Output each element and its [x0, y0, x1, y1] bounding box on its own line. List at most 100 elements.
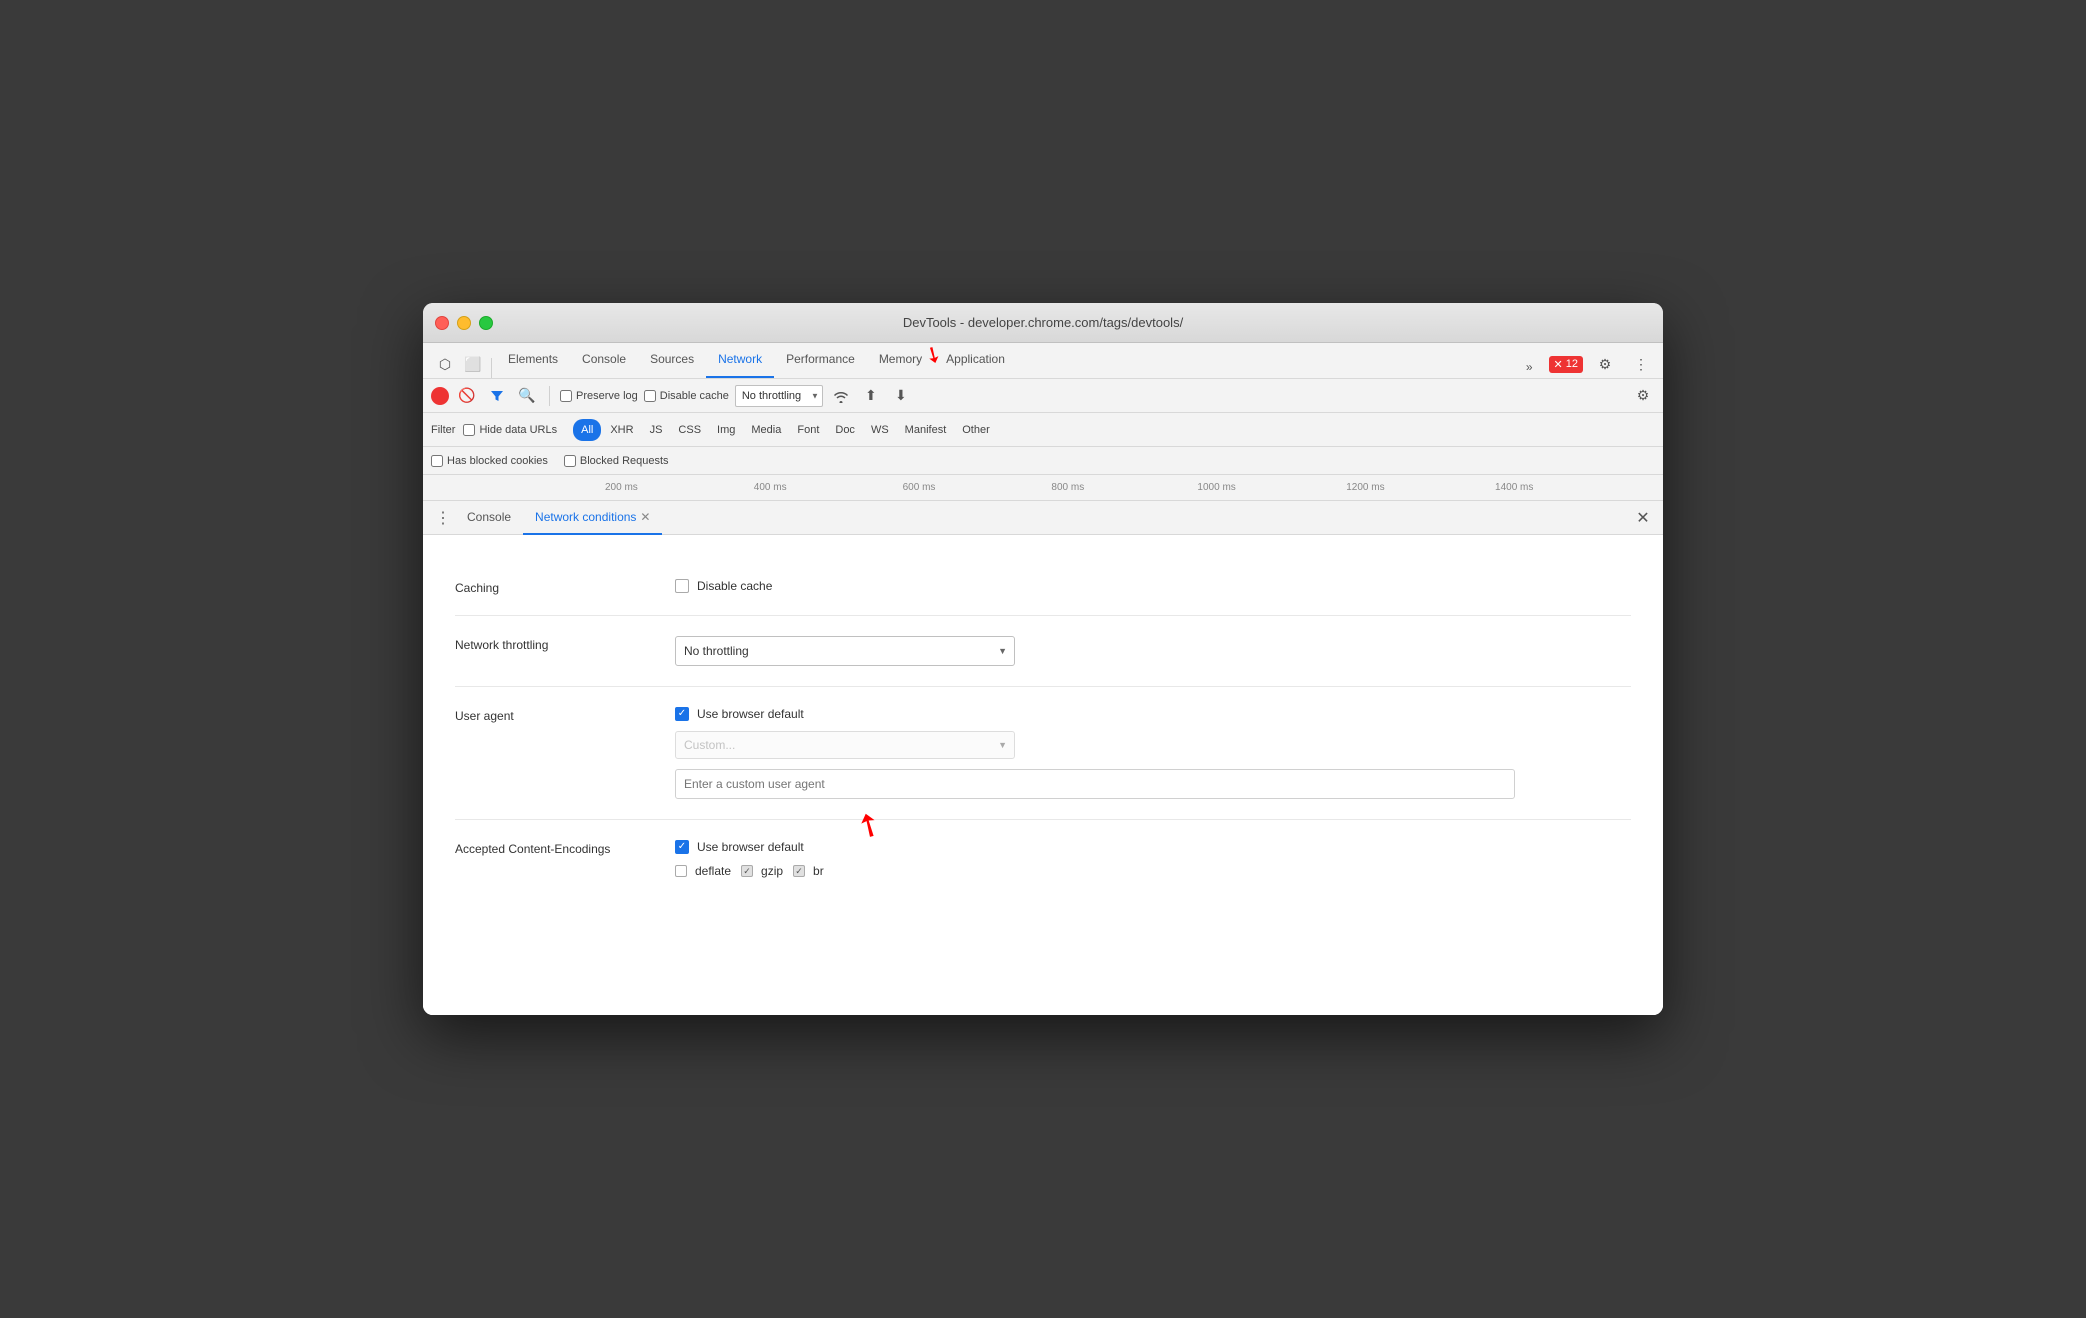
- filter-ws-btn[interactable]: WS: [864, 419, 896, 441]
- deflate-checkbox[interactable]: [675, 865, 687, 877]
- blocked-requests-checkbox[interactable]: [564, 455, 576, 467]
- br-label[interactable]: br: [793, 864, 824, 878]
- use-browser-default-ua-checkbox[interactable]: [675, 707, 689, 721]
- tick-600: 600 ms: [903, 482, 936, 493]
- bottom-panel-tabs: ⋮ Console Network conditions ✕ ✕: [423, 501, 1663, 535]
- main-tabs-bar: ⬡ ⬜ Elements Console Sources Network Per…: [423, 343, 1663, 379]
- throttling-select[interactable]: No throttling Fast 3G Slow 3G Offline: [735, 385, 823, 407]
- use-browser-default-ua-label[interactable]: Use browser default: [675, 707, 1631, 721]
- toolbar-right: ✕ 12 ⚙ ⋮: [1549, 350, 1655, 378]
- maximize-button[interactable]: [479, 316, 493, 330]
- filter-manifest-btn[interactable]: Manifest: [898, 419, 954, 441]
- filter-img-btn[interactable]: Img: [710, 419, 742, 441]
- wifi-conditions-btn[interactable]: [829, 384, 853, 408]
- network-sub-toolbar: 🚫 🔍 Preserve log Disable cache No thrott…: [423, 379, 1663, 413]
- close-button[interactable]: [435, 316, 449, 330]
- disable-cache-label[interactable]: Disable cache: [644, 390, 729, 402]
- deflate-label[interactable]: deflate: [675, 864, 731, 878]
- filter-xhr-btn[interactable]: XHR: [603, 419, 640, 441]
- user-agent-controls: Use browser default Custom... ▼: [675, 707, 1631, 799]
- device-icon-btn[interactable]: ⬜: [459, 350, 487, 378]
- upload-btn[interactable]: ⬆: [859, 384, 883, 408]
- hide-data-urls-checkbox[interactable]: [463, 424, 475, 436]
- devtools-window: DevTools - developer.chrome.com/tags/dev…: [423, 303, 1663, 1015]
- network-settings-btn[interactable]: ⚙: [1631, 384, 1655, 408]
- blocked-cookies-label[interactable]: Has blocked cookies: [431, 455, 548, 467]
- disable-cache-checkbox[interactable]: [644, 390, 656, 402]
- minimize-button[interactable]: [457, 316, 471, 330]
- bottom-panel: ⋮ Console Network conditions ✕ ✕ Caching…: [423, 501, 1663, 1015]
- user-agent-section: User agent Use browser default Custom...…: [455, 687, 1631, 820]
- tick-1200: 1200 ms: [1346, 482, 1384, 493]
- tab-performance[interactable]: Performance: [774, 342, 867, 378]
- preserve-log-checkbox[interactable]: [560, 390, 572, 402]
- bottom-tab-console[interactable]: Console: [455, 501, 523, 535]
- bottom-tab-close-btn[interactable]: ✕: [640, 510, 650, 524]
- throttling-nc-select[interactable]: No throttling Fast 3G Slow 3G Offline Cu…: [675, 636, 1015, 666]
- filter-font-btn[interactable]: Font: [790, 419, 826, 441]
- tab-elements[interactable]: Elements: [496, 342, 570, 378]
- custom-ua-select[interactable]: Custom...: [675, 731, 1015, 759]
- caching-section: Caching Disable cache: [455, 559, 1631, 616]
- gzip-checkbox[interactable]: [741, 865, 753, 877]
- filter-css-btn[interactable]: CSS: [671, 419, 708, 441]
- disable-cache-nc-checkbox[interactable]: [675, 579, 689, 593]
- br-checkbox[interactable]: [793, 865, 805, 877]
- caching-label: Caching: [455, 579, 635, 595]
- tab-network[interactable]: Network: [706, 342, 774, 378]
- filter-js-btn[interactable]: JS: [643, 419, 670, 441]
- encoding-row: deflate gzip br: [675, 864, 1631, 878]
- preserve-log-label[interactable]: Preserve log: [560, 390, 638, 402]
- throttling-wrapper: No throttling Fast 3G Slow 3G Offline: [735, 385, 823, 407]
- filter-button[interactable]: [485, 384, 509, 408]
- devtools-panel: ⬡ ⬜ Elements Console Sources Network Per…: [423, 343, 1663, 1015]
- filter-media-btn[interactable]: Media: [744, 419, 788, 441]
- user-agent-label: User agent: [455, 707, 635, 723]
- hide-data-urls-label[interactable]: Hide data URLs: [463, 424, 557, 436]
- close-panel-btn[interactable]: ✕: [1631, 506, 1655, 530]
- throttling-nc-select-wrapper: No throttling Fast 3G Slow 3G Offline Cu…: [675, 636, 1015, 666]
- toolbar-sep-1: [549, 386, 550, 406]
- settings-gear-btn[interactable]: ⚙: [1591, 350, 1619, 378]
- blocked-cookies-checkbox[interactable]: [431, 455, 443, 467]
- panel-menu-btn[interactable]: ⋮: [431, 506, 455, 530]
- tab-console[interactable]: Console: [570, 342, 638, 378]
- network-throttling-label: Network throttling: [455, 636, 635, 652]
- accepted-encodings-label: Accepted Content-Encodings: [455, 840, 635, 856]
- download-btn[interactable]: ⬇: [889, 384, 913, 408]
- filter-label: Filter: [431, 424, 455, 436]
- tab-memory[interactable]: Memory ➘: [867, 342, 934, 378]
- tab-sources[interactable]: Sources: [638, 342, 706, 378]
- gzip-label[interactable]: gzip: [741, 864, 783, 878]
- use-browser-default-enc-label[interactable]: Use browser default ➘: [675, 840, 1631, 854]
- blocked-requests-label[interactable]: Blocked Requests: [564, 455, 669, 467]
- more-tabs-btn[interactable]: »: [1518, 356, 1541, 378]
- block-button[interactable]: 🚫: [455, 384, 479, 408]
- tick-800: 800 ms: [1051, 482, 1084, 493]
- network-conditions-content: Caching Disable cache Network throttling: [423, 535, 1663, 1015]
- custom-ua-input[interactable]: [675, 769, 1515, 799]
- error-icon: ✕: [1554, 358, 1563, 371]
- search-button[interactable]: 🔍: [515, 384, 539, 408]
- window-title: DevTools - developer.chrome.com/tags/dev…: [903, 315, 1183, 330]
- tab-separator: [491, 358, 492, 378]
- timeline-header: 200 ms 400 ms 600 ms 800 ms 1000 ms 1200…: [423, 475, 1663, 501]
- blocked-row: Has blocked cookies Blocked Requests: [423, 447, 1663, 475]
- network-throttling-section: Network throttling No throttling Fast 3G…: [455, 616, 1631, 687]
- caching-controls: Disable cache: [675, 579, 1631, 593]
- customize-btn[interactable]: ⋮: [1627, 350, 1655, 378]
- disable-cache-nc-label[interactable]: Disable cache: [675, 579, 1631, 593]
- filter-all-btn[interactable]: All: [573, 419, 601, 441]
- traffic-lights: [435, 316, 493, 330]
- error-badge: ✕ 12: [1549, 356, 1583, 373]
- record-button[interactable]: [431, 387, 449, 405]
- bottom-tab-network-conditions[interactable]: Network conditions ✕: [523, 501, 662, 535]
- filter-other-btn[interactable]: Other: [955, 419, 997, 441]
- filter-doc-btn[interactable]: Doc: [828, 419, 862, 441]
- filter-types: All XHR JS CSS Img Media Font Doc WS Man…: [573, 419, 997, 441]
- accepted-encodings-section: Accepted Content-Encodings Use browser d…: [455, 820, 1631, 898]
- titlebar: DevTools - developer.chrome.com/tags/dev…: [423, 303, 1663, 343]
- use-browser-default-enc-checkbox[interactable]: [675, 840, 689, 854]
- tick-200: 200 ms: [605, 482, 638, 493]
- cursor-icon-btn[interactable]: ⬡: [431, 350, 459, 378]
